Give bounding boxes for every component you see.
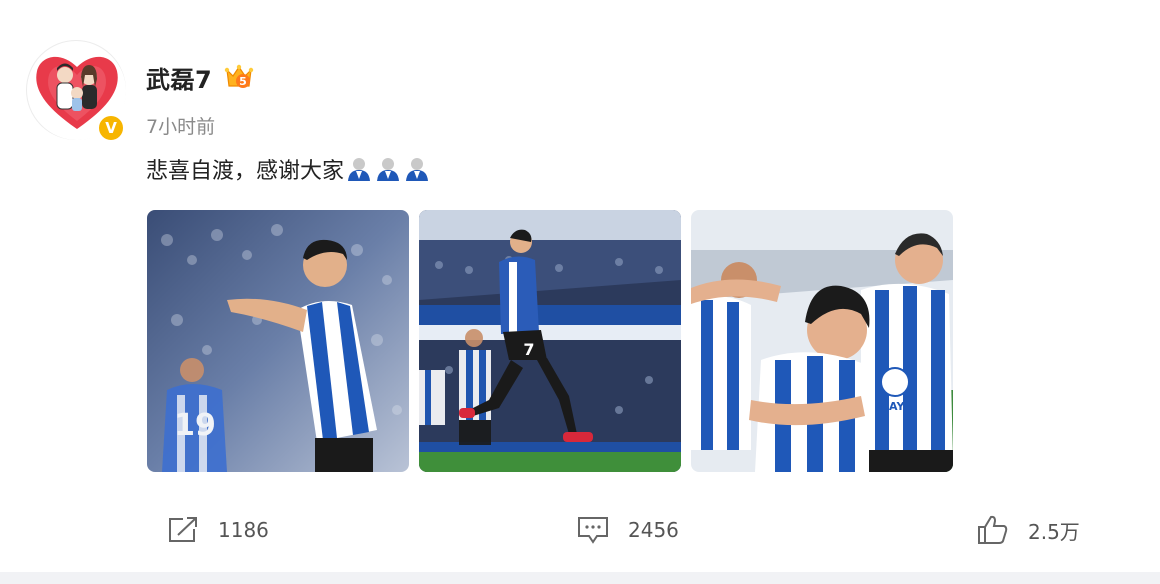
comment-action[interactable]: 2456	[576, 512, 679, 548]
vip-level: 5	[239, 75, 247, 88]
photo3-sponsor: MAYA	[878, 400, 912, 413]
praying-hands-emoji-icon	[406, 158, 429, 181]
like-count: 2.5万	[1028, 519, 1080, 544]
share-action[interactable]: 1186	[166, 512, 269, 548]
vip-crown-icon[interactable]: 5	[224, 62, 254, 92]
username[interactable]: 武磊7	[146, 60, 212, 95]
comment-icon	[578, 517, 608, 544]
photo2-shirt-number: 7	[523, 340, 534, 359]
weibo-post-card: V 武磊7 5 7小时前 悲喜自渡，感谢大家 19 7 MAYA 1186 24…	[0, 0, 1160, 572]
share-count: 1186	[218, 518, 269, 542]
thumbs-up-icon	[978, 515, 1008, 544]
post-text-content: 悲喜自渡，感谢大家	[146, 159, 345, 184]
like-action[interactable]: 2.5万	[976, 512, 1080, 548]
post-photo-3[interactable]: MAYA	[691, 210, 953, 472]
post-photo-1[interactable]: 19	[147, 210, 409, 472]
praying-hands-emoji-icon	[348, 158, 371, 181]
photo1-shirt-number: 19	[174, 408, 216, 443]
post-text: 悲喜自渡，感谢大家	[146, 153, 431, 185]
praying-hands-emoji-icon	[377, 158, 400, 181]
post-time[interactable]: 7小时前	[146, 112, 215, 139]
post-photo-2[interactable]: 7	[419, 210, 681, 472]
share-icon	[169, 517, 197, 542]
verified-badge-icon: V	[96, 113, 126, 143]
comment-count: 2456	[628, 518, 679, 542]
bottom-divider	[0, 572, 1160, 584]
